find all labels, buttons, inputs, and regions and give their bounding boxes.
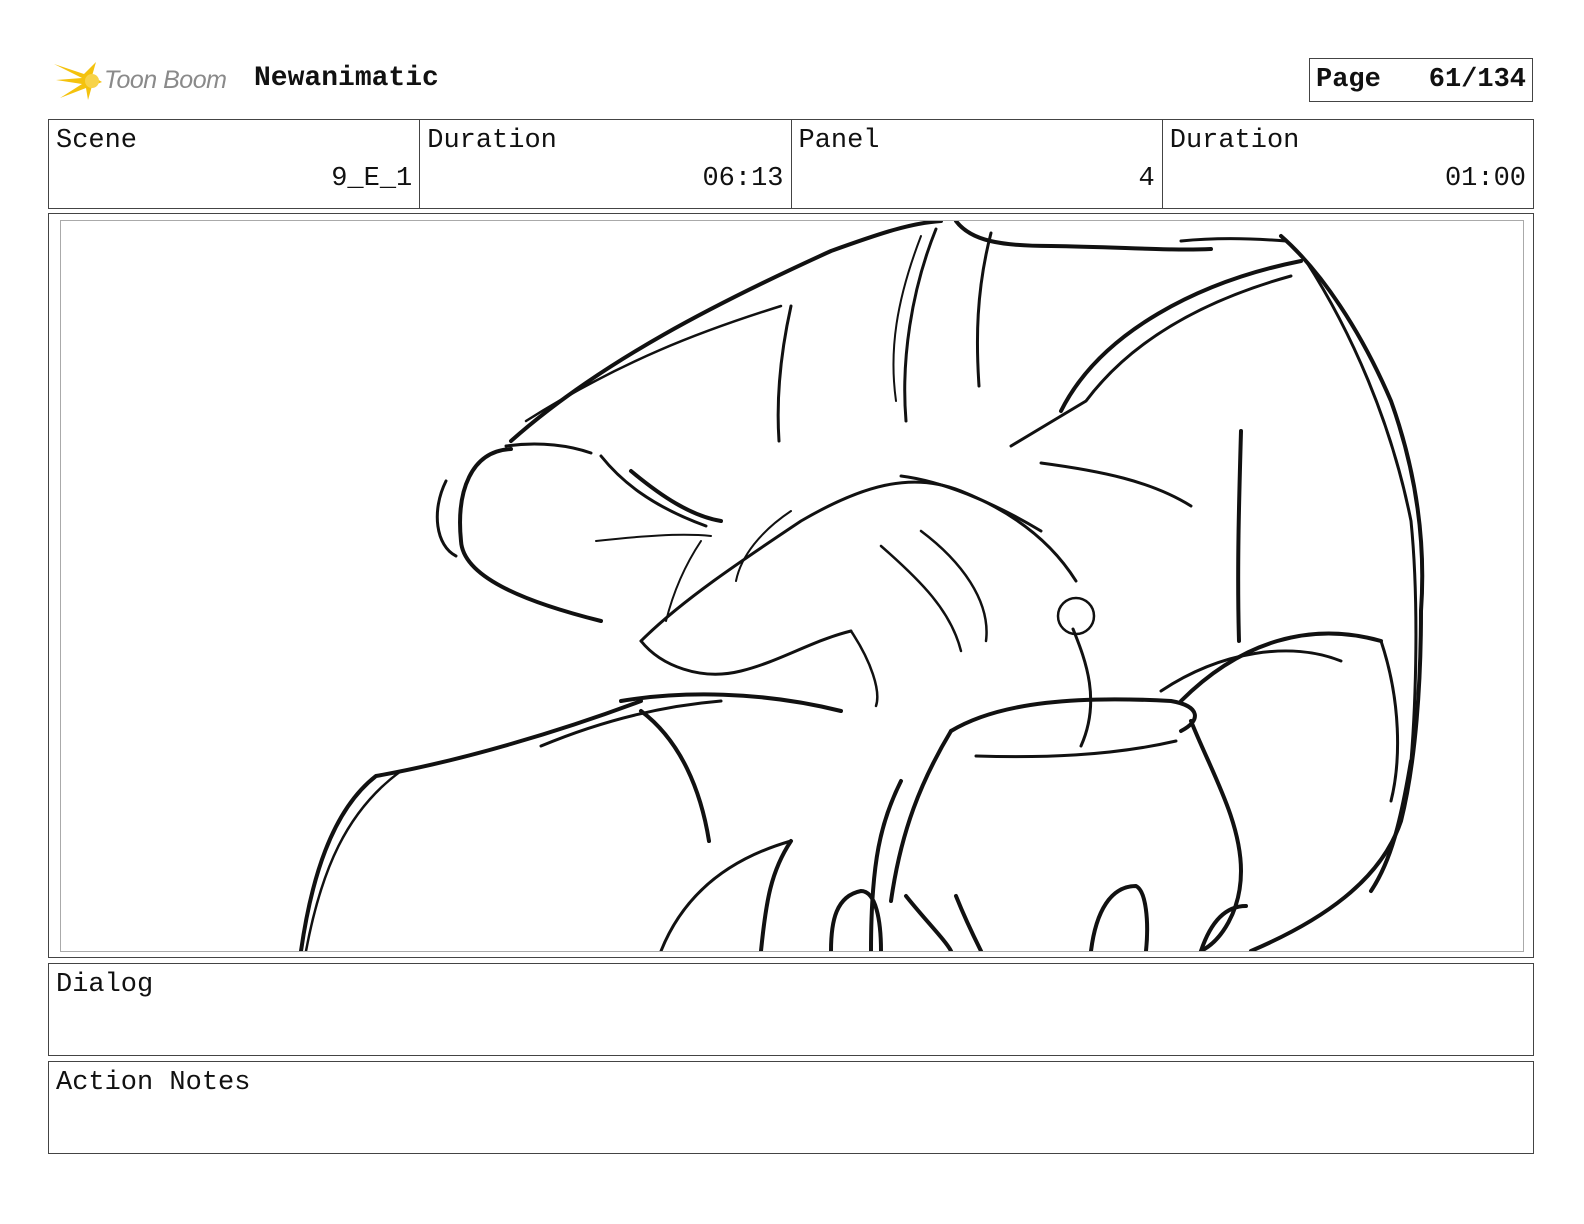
brand-name: Toon Boom <box>104 66 227 94</box>
page-counter: Page 61/134 <box>1309 58 1533 102</box>
dialog-label: Dialog <box>56 970 154 1000</box>
dialog-box: Dialog <box>48 963 1534 1056</box>
panel-duration-value: 01:00 <box>1444 164 1526 194</box>
panel-duration-cell: Duration 01:00 <box>1163 120 1533 208</box>
scene-cell: Scene 9_E_1 <box>49 120 421 208</box>
panel-cell: Panel 4 <box>792 120 1163 208</box>
scene-duration-label: Duration <box>427 126 557 156</box>
action-notes-box: Action Notes <box>48 1061 1534 1154</box>
scene-duration-value: 06:13 <box>702 164 784 194</box>
storyboard-panel <box>60 220 1524 952</box>
toon-boom-logo: Toon Boom <box>52 56 242 106</box>
scene-label: Scene <box>56 126 138 156</box>
page-label: Page <box>1316 65 1381 95</box>
panel-info-row: Scene 9_E_1 Duration 06:13 Panel 4 Durat… <box>48 119 1534 209</box>
panel-value: 4 <box>1138 164 1155 194</box>
page-value: 61/134 <box>1428 65 1526 95</box>
panel-label: Panel <box>798 126 880 156</box>
storyboard-sketch-icon <box>299 221 1425 951</box>
panel-duration-label: Duration <box>1169 126 1300 156</box>
action-notes-label: Action Notes <box>56 1068 251 1098</box>
scene-value: 9_E_1 <box>331 164 413 194</box>
starburst-logo-icon <box>54 62 102 100</box>
project-title: Newanimatic <box>254 63 439 94</box>
scene-duration-cell: Duration 06:13 <box>420 120 792 208</box>
